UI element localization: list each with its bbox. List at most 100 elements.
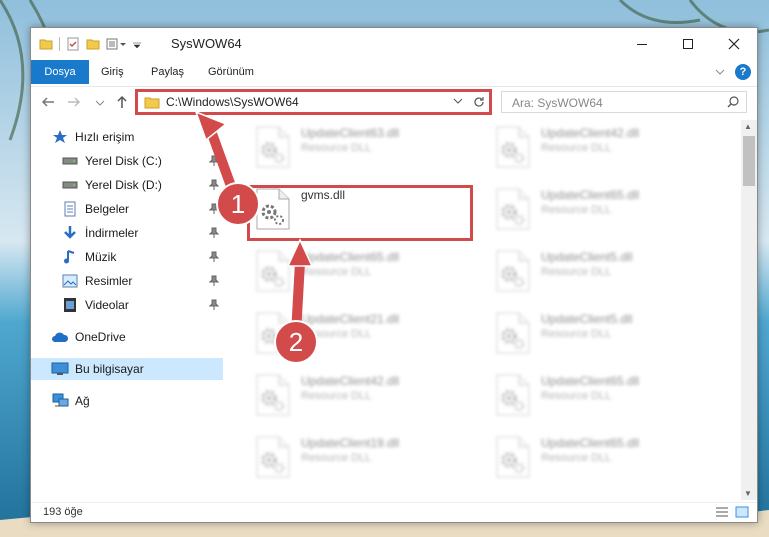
file-type: Resource DLL [541, 266, 612, 278]
sidebar-item-documents[interactable]: Belgeler [31, 198, 223, 220]
customize-toolbar-icon[interactable] [106, 37, 126, 51]
file-item[interactable]: UpdateClient65.dll Resource DLL [489, 368, 719, 424]
file-name: UpdateClient65.dll [541, 374, 640, 388]
scrollbar-thumb[interactable] [743, 136, 755, 186]
scroll-up-icon[interactable]: ▲ [744, 122, 752, 131]
tab-dosya[interactable]: Dosya [31, 60, 89, 84]
dll-file-icon [495, 312, 531, 354]
pin-icon[interactable] [209, 251, 219, 263]
pin-icon[interactable] [209, 299, 219, 311]
file-item[interactable]: UpdateClient65.dll Resource DLL [249, 244, 479, 300]
title-bar: SysWOW64 [31, 28, 757, 60]
file-item[interactable]: UpdateClient42.dll Resource DLL [489, 120, 719, 176]
dll-file-icon [255, 436, 291, 478]
file-name: UpdateClient65.dll [301, 250, 400, 264]
sidebar-item-music[interactable]: Müzik [31, 246, 223, 268]
details-view-icon[interactable] [715, 506, 729, 518]
vertical-scrollbar[interactable]: ▲ ▼ [741, 120, 757, 500]
maximize-button[interactable] [665, 28, 711, 60]
cloud-icon [51, 329, 69, 345]
toolbar-separator [59, 37, 60, 51]
help-icon[interactable]: ? [735, 64, 751, 80]
tab-paylas[interactable]: Paylaş [151, 60, 184, 84]
file-name: UpdateClient65.dll [541, 436, 640, 450]
dll-file-icon [255, 126, 291, 168]
drive-icon [61, 153, 79, 169]
sidebar-item-downloads[interactable]: İndirmeler [31, 222, 223, 244]
minimize-button[interactable] [619, 28, 665, 60]
file-item[interactable]: UpdateClient5.dll Resource DLL [489, 244, 719, 300]
file-type: Resource DLL [301, 390, 372, 402]
sidebar-item-network[interactable]: Ağ [31, 390, 223, 412]
star-icon [51, 129, 69, 145]
file-item[interactable]: UpdateClient5.dll Resource DLL [489, 306, 719, 362]
file-item[interactable]: UpdateClient63.dll Resource DLL [249, 120, 479, 176]
computer-icon [51, 361, 69, 377]
tab-gorunum[interactable]: Görünüm [208, 60, 254, 84]
file-item[interactable]: UpdateClient42.dll Resource DLL [249, 368, 479, 424]
document-icon [61, 201, 79, 217]
minimize-icon [637, 43, 647, 45]
search-input[interactable]: Ara: SysWOW64 [501, 91, 747, 113]
pin-icon[interactable] [209, 155, 219, 167]
navigation-pane: Hızlı erişim Yerel Disk (C:) Yerel Disk … [31, 120, 225, 500]
file-name: UpdateClient19.dll [301, 436, 400, 450]
file-type: Resource DLL [301, 452, 372, 464]
file-name: UpdateClient65.dll [541, 188, 640, 202]
recent-locations-icon[interactable] [95, 99, 105, 107]
pin-icon[interactable] [209, 227, 219, 239]
sidebar-item-local-disk-c[interactable]: Yerel Disk (C:) [31, 150, 223, 172]
maximize-icon [683, 39, 693, 49]
dll-file-icon [495, 126, 531, 168]
sidebar-item-label: Müzik [85, 250, 117, 264]
file-type: Resource DLL [541, 204, 612, 216]
pin-icon[interactable] [209, 275, 219, 287]
expand-ribbon-icon[interactable] [715, 68, 725, 76]
dll-file-icon [495, 188, 531, 230]
file-name: UpdateClient21.dll [301, 312, 400, 326]
folder-icon[interactable] [39, 37, 53, 51]
forward-arrow-icon[interactable] [67, 95, 81, 109]
sidebar-item-onedrive[interactable]: OneDrive [31, 326, 223, 348]
status-bar: 193 öğe [31, 502, 757, 522]
back-arrow-icon[interactable] [41, 95, 55, 109]
sidebar-item-this-pc[interactable]: Bu bilgisayar [31, 358, 223, 380]
dll-file-icon [495, 436, 531, 478]
dll-file-icon [255, 250, 291, 292]
file-name: UpdateClient5.dll [541, 312, 633, 326]
video-icon [61, 297, 79, 313]
dll-file-icon [255, 374, 291, 416]
sidebar-item-pictures[interactable]: Resimler [31, 270, 223, 292]
sidebar-item-label: İndirmeler [85, 226, 139, 240]
sidebar-item-quick-access[interactable]: Hızlı erişim [31, 126, 223, 148]
sidebar-item-label: Bu bilgisayar [75, 362, 144, 376]
close-icon [728, 38, 740, 50]
sidebar-item-local-disk-d[interactable]: Yerel Disk (D:) [31, 174, 223, 196]
network-icon [51, 393, 69, 409]
tab-giris[interactable]: Giriş [101, 60, 124, 84]
close-button[interactable] [711, 28, 757, 60]
file-item[interactable]: UpdateClient65.dll Resource DLL [489, 430, 719, 486]
file-type: Resource DLL [301, 266, 372, 278]
sidebar-item-label: Resimler [85, 274, 133, 288]
file-item[interactable]: UpdateClient65.dll Resource DLL [489, 182, 719, 238]
chevron-down-icon[interactable] [132, 37, 142, 51]
large-icons-view-icon[interactable] [735, 506, 749, 518]
new-folder-icon[interactable] [86, 37, 100, 51]
file-item[interactable]: UpdateClient19.dll Resource DLL [249, 430, 479, 486]
pin-icon[interactable] [209, 179, 219, 191]
drive-icon [61, 177, 79, 193]
properties-icon[interactable] [66, 37, 80, 51]
file-type: Resource DLL [541, 390, 612, 402]
file-name: UpdateClient42.dll [301, 374, 400, 388]
scroll-down-icon[interactable]: ▼ [744, 489, 752, 498]
ribbon-tabs: Dosya Giriş Paylaş Görünüm ? [31, 60, 757, 84]
file-name: UpdateClient42.dll [541, 126, 640, 140]
sidebar-item-label: Videolar [85, 298, 129, 312]
file-explorer-window: SysWOW64 Dosya Giriş Paylaş Görünüm ? C:… [30, 27, 758, 523]
sidebar-item-videos[interactable]: Videolar [31, 294, 223, 316]
music-icon [61, 249, 79, 265]
file-type: Resource DLL [541, 142, 612, 154]
up-arrow-icon[interactable] [115, 95, 129, 109]
pictures-icon [61, 273, 79, 289]
